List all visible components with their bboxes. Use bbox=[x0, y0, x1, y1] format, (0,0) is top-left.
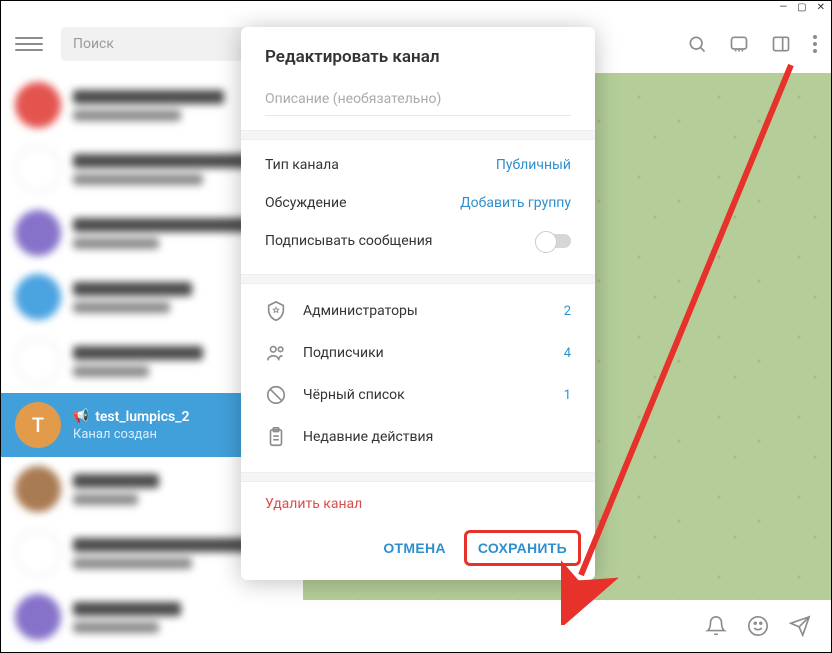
row-value[interactable]: Публичный bbox=[496, 157, 571, 173]
discussion-row[interactable]: Обсуждение Добавить группу bbox=[265, 184, 571, 222]
subscribers-row[interactable]: Подписчики 4 bbox=[265, 332, 571, 374]
row-label: Чёрный список bbox=[303, 387, 548, 403]
mute-icon[interactable] bbox=[705, 615, 727, 637]
row-label: Подписчики bbox=[303, 345, 548, 361]
row-label: Обсуждение bbox=[265, 195, 347, 211]
row-count: 2 bbox=[564, 304, 571, 319]
users-icon bbox=[265, 342, 287, 364]
search-icon[interactable] bbox=[687, 34, 707, 54]
channel-type-row[interactable]: Тип канала Публичный bbox=[265, 146, 571, 184]
blacklist-row[interactable]: Чёрный список 1 bbox=[265, 374, 571, 416]
chat-list-item[interactable] bbox=[1, 585, 303, 649]
modal-title: Редактировать канал bbox=[241, 27, 595, 81]
channel-icon: 📢 bbox=[73, 409, 89, 424]
edit-channel-modal: Редактировать канал Описание (необязател… bbox=[241, 27, 595, 580]
row-count: 4 bbox=[564, 346, 571, 361]
window-minimize[interactable]: — bbox=[779, 3, 787, 13]
row-label: Тип канала bbox=[265, 157, 339, 173]
cancel-button[interactable]: ОТМЕНА bbox=[369, 530, 459, 566]
sidebar-toggle-icon[interactable] bbox=[771, 34, 791, 54]
sign-messages-row[interactable]: Подписывать сообщения bbox=[265, 222, 571, 260]
menu-button[interactable] bbox=[15, 30, 43, 58]
avatar: T bbox=[15, 402, 61, 448]
row-value[interactable]: Добавить группу bbox=[460, 195, 571, 211]
window-close[interactable]: ✕ bbox=[817, 3, 825, 13]
row-label: Недавние действия bbox=[303, 429, 571, 445]
message-input-bar bbox=[303, 600, 831, 652]
delete-channel-link[interactable]: Удалить канал bbox=[241, 482, 595, 526]
description-input[interactable]: Описание (необязательно) bbox=[265, 87, 571, 116]
clipboard-icon bbox=[265, 426, 287, 448]
save-button[interactable]: СОХРАНИТЬ bbox=[464, 530, 581, 566]
row-label: Администраторы bbox=[303, 303, 548, 319]
more-menu-icon[interactable] bbox=[813, 35, 817, 53]
shield-icon bbox=[265, 300, 287, 322]
chat-name: test_lumpics_2 bbox=[95, 409, 189, 425]
recent-actions-row[interactable]: Недавние действия bbox=[265, 416, 571, 458]
sign-messages-toggle[interactable] bbox=[535, 234, 571, 248]
emoji-icon[interactable] bbox=[747, 615, 769, 637]
window-titlebar: — ▢ ✕ bbox=[1, 1, 831, 15]
block-icon bbox=[265, 384, 287, 406]
comments-icon[interactable] bbox=[729, 34, 749, 54]
administrators-row[interactable]: Администраторы 2 bbox=[265, 290, 571, 332]
row-label: Подписывать сообщения bbox=[265, 233, 432, 249]
send-icon[interactable] bbox=[789, 615, 811, 637]
window-maximize[interactable]: ▢ bbox=[797, 3, 806, 13]
row-count: 1 bbox=[564, 388, 571, 403]
